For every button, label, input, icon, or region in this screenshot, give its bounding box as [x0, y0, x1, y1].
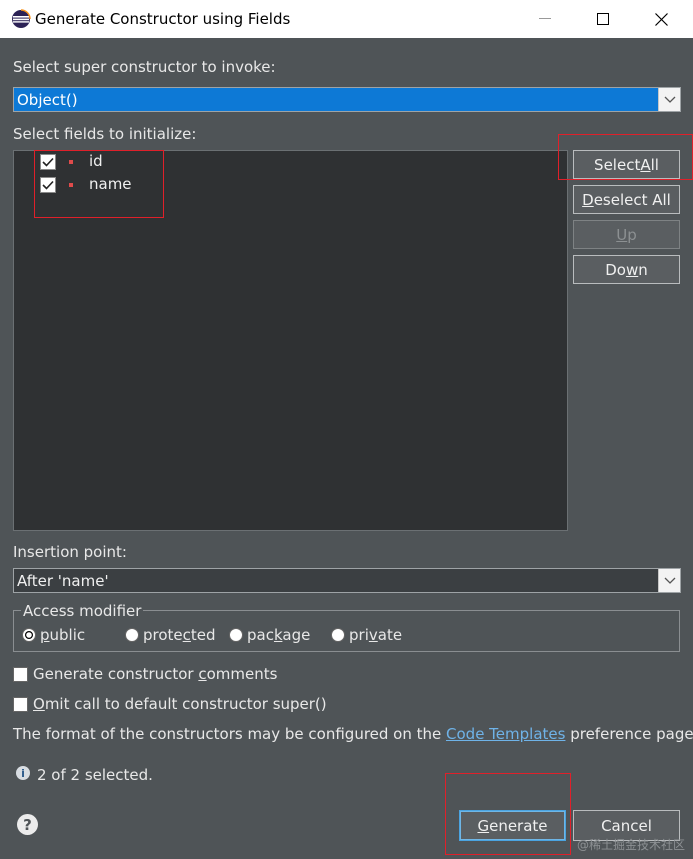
help-icon[interactable]: ? [17, 814, 38, 835]
highlight-box-fields [34, 150, 164, 218]
radio-label: private [349, 626, 403, 644]
deselect-all-mnemonic: D [582, 190, 594, 209]
super-constructor-select[interactable]: Object() [13, 87, 681, 112]
radio-selected-icon [25, 631, 33, 639]
omit-super-checkbox[interactable]: Omit call to default constructor super() [13, 695, 327, 714]
deselect-all-button[interactable]: Deselect All [573, 185, 680, 214]
insertion-point-value: After 'name' [17, 572, 109, 590]
close-button[interactable] [633, 0, 689, 38]
down-label-rest: n [638, 260, 648, 279]
eclipse-app-icon [12, 9, 31, 28]
templates-info-text: The format of the constructors may be co… [13, 725, 693, 743]
title-bar: Generate Constructor using Fields [0, 0, 693, 38]
window-title: Generate Constructor using Fields [35, 10, 291, 28]
chevron-down-icon [664, 577, 675, 584]
radio-circle[interactable] [229, 628, 243, 642]
deselect-all-label: eselect All [593, 190, 671, 209]
minimize-button[interactable] [517, 0, 573, 38]
generate-comments-checkbox[interactable]: Generate constructor comments [13, 665, 283, 684]
close-icon [654, 12, 668, 26]
insertion-point-select[interactable]: After 'name' [13, 568, 681, 593]
code-templates-link[interactable]: Code Templates [446, 725, 565, 743]
radio-private[interactable]: private [331, 626, 411, 645]
radio-protected[interactable]: protected [125, 626, 225, 645]
radio-circle[interactable] [331, 628, 345, 642]
minimize-icon [539, 18, 551, 19]
radio-public[interactable]: public [22, 626, 112, 645]
radio-package[interactable]: package [229, 626, 319, 645]
maximize-icon [597, 13, 609, 25]
up-mnemonic: U [616, 225, 628, 244]
down-mnemonic: w [625, 260, 639, 279]
insertion-point-label: Insertion point: [13, 543, 127, 561]
selection-status: 2 of 2 selected. [37, 766, 153, 784]
dropdown-arrow[interactable] [658, 569, 680, 592]
chevron-down-icon [664, 96, 675, 103]
down-button[interactable]: Do w n [573, 255, 680, 284]
highlight-box-generate [445, 773, 571, 855]
info-icon: i [16, 766, 30, 780]
up-button[interactable]: Up [573, 220, 680, 249]
omit-super-label: Omit call to default constructor super() [33, 695, 327, 713]
radio-label: package [247, 626, 311, 644]
super-constructor-label: Select super constructor to invoke: [13, 58, 276, 76]
dropdown-arrow[interactable] [658, 88, 680, 111]
generate-comments-label: Generate constructor comments [33, 665, 278, 683]
up-label: p [627, 225, 637, 244]
maximize-button[interactable] [575, 0, 631, 38]
watermark: @稀土掘金技术社区 [576, 838, 685, 852]
fields-label: Select fields to initialize: [13, 125, 197, 143]
access-modifier-title: Access modifier [21, 602, 144, 620]
radio-circle[interactable] [22, 628, 36, 642]
checkbox-box[interactable] [13, 697, 28, 712]
radio-label: protected [143, 626, 216, 644]
super-constructor-value: Object() [17, 91, 78, 109]
down-label: Do [605, 260, 626, 279]
radio-label: public [40, 626, 86, 644]
radio-circle[interactable] [125, 628, 139, 642]
checkbox-box[interactable] [13, 667, 28, 682]
highlight-box-select-all [558, 134, 693, 180]
